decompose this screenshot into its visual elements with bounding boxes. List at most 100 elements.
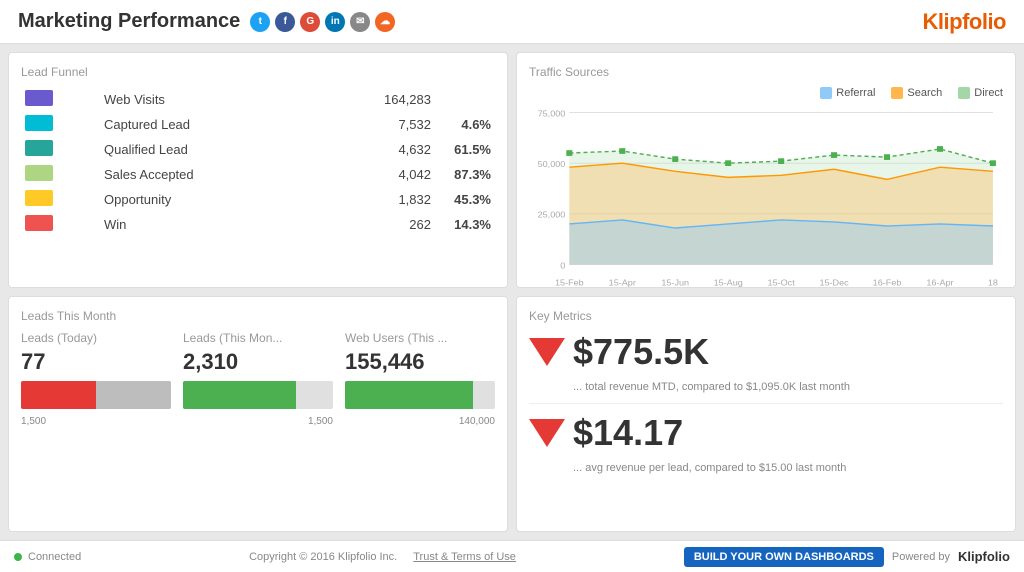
- funnel-row: Win 262 14.3%: [21, 212, 495, 237]
- funnel-item-name: Web Visits: [100, 87, 314, 112]
- svg-text:50,000: 50,000: [538, 159, 566, 169]
- legend-label: Search: [907, 87, 942, 99]
- metric-value-row: $14.17: [529, 412, 1003, 454]
- funnel-item-pct: 45.3%: [435, 187, 495, 212]
- lead-metric-value: 155,446: [345, 349, 495, 375]
- funnel-item-name: Opportunity: [100, 187, 314, 212]
- lead-funnel-card: Lead Funnel Web Visits 164,283 Captured …: [8, 52, 508, 288]
- funnel-item-pct: 61.5%: [435, 137, 495, 162]
- key-metrics-card: Key Metrics $775.5K ... total revenue MT…: [516, 296, 1016, 532]
- logo-text: Klipfolio: [923, 9, 1006, 34]
- funnel-color-swatch: [25, 190, 53, 206]
- funnel-item-name: Captured Lead: [100, 112, 314, 137]
- funnel-item-value: 4,042: [314, 162, 435, 187]
- funnel-item-pct: 4.6%: [435, 112, 495, 137]
- google-icon[interactable]: G: [300, 12, 320, 32]
- svg-text:15-Apr: 15-Apr: [609, 278, 636, 288]
- lead-metric: Leads (This Mon... 2,310 1,500: [183, 331, 333, 519]
- svg-text:75,000: 75,000: [538, 109, 566, 119]
- funnel-item-pct: [435, 87, 495, 112]
- funnel-color-swatch: [25, 165, 53, 181]
- legend-label: Referral: [836, 87, 875, 99]
- legend-dot: [891, 87, 903, 99]
- lead-metric-value: 2,310: [183, 349, 333, 375]
- funnel-item-name: Qualified Lead: [100, 137, 314, 162]
- metric-value-row: $775.5K: [529, 331, 1003, 373]
- email-icon[interactable]: ✉: [350, 12, 370, 32]
- traffic-sources-card: Traffic Sources Referral Search Direct 7…: [516, 52, 1016, 288]
- copyright-text: Copyright © 2016 Klipfolio Inc.: [249, 551, 397, 563]
- lead-metric-value: 77: [21, 349, 171, 375]
- footer-center: Copyright © 2016 Klipfolio Inc. Trust & …: [249, 551, 516, 563]
- page-title: Marketing Performance: [18, 10, 240, 33]
- funnel-item-pct: 14.3%: [435, 212, 495, 237]
- traffic-sources-title: Traffic Sources: [529, 65, 1003, 79]
- funnel-color-swatch: [25, 115, 53, 131]
- lead-metric: Web Users (This ... 155,446 140,000: [345, 331, 495, 519]
- legend-item: Search: [891, 87, 942, 99]
- svg-text:15-Aug: 15-Aug: [714, 278, 743, 288]
- svg-text:16-Apr: 16-Apr: [926, 278, 953, 288]
- key-metric-row: $775.5K ... total revenue MTD, compared …: [529, 331, 1003, 404]
- lead-metric: Leads (Today) 77 1,500: [21, 331, 171, 519]
- svg-text:15-Dec: 15-Dec: [819, 278, 849, 288]
- terms-link[interactable]: Trust & Terms of Use: [413, 551, 516, 563]
- key-metrics-title: Key Metrics: [529, 309, 1003, 323]
- funnel-color-swatch: [25, 90, 53, 106]
- twitter-icon[interactable]: t: [250, 12, 270, 32]
- footer-left: Connected: [14, 551, 81, 563]
- funnel-row: Qualified Lead 4,632 61.5%: [21, 137, 495, 162]
- footer-logo: Klipfolio: [958, 549, 1010, 564]
- key-metric-row: $14.17 ... avg revenue per lead, compare…: [529, 412, 1003, 474]
- funnel-color-swatch: [25, 215, 53, 231]
- footer: Connected Copyright © 2016 Klipfolio Inc…: [0, 540, 1024, 572]
- lead-metric-label: Web Users (This ...: [345, 331, 495, 345]
- svg-text:15-Oct: 15-Oct: [768, 278, 796, 288]
- funnel-item-value: 7,532: [314, 112, 435, 137]
- traffic-chart: 75,00050,00025,000015-Feb15-Apr15-Jun15-…: [529, 103, 1003, 288]
- legend-label: Direct: [974, 87, 1003, 99]
- rss-icon[interactable]: ☁: [375, 12, 395, 32]
- klipfolio-logo: Klipfolio: [923, 9, 1006, 35]
- metric-description: ... avg revenue per lead, compared to $1…: [529, 462, 1003, 474]
- funnel-item-value: 164,283: [314, 87, 435, 112]
- main-content: Lead Funnel Web Visits 164,283 Captured …: [0, 44, 1024, 540]
- footer-right: BUILD YOUR OWN DASHBOARDS Powered by Kli…: [684, 547, 1010, 567]
- funnel-row: Sales Accepted 4,042 87.3%: [21, 162, 495, 187]
- funnel-row: Captured Lead 7,532 4.6%: [21, 112, 495, 137]
- metric-big-value: $14.17: [573, 412, 683, 454]
- funnel-color-swatch: [25, 140, 53, 156]
- powered-by-label: Powered by: [892, 551, 950, 563]
- svg-text:16-Feb: 16-Feb: [873, 278, 902, 288]
- connected-indicator: [14, 553, 22, 561]
- funnel-item-value: 262: [314, 212, 435, 237]
- svg-text:25,000: 25,000: [538, 210, 566, 220]
- funnel-item-value: 1,832: [314, 187, 435, 212]
- leads-title: Leads This Month: [21, 309, 495, 323]
- header: Marketing Performance t f G in ✉ ☁ Klipf…: [0, 0, 1024, 44]
- legend-item: Referral: [820, 87, 875, 99]
- header-left: Marketing Performance t f G in ✉ ☁: [18, 10, 395, 33]
- facebook-icon[interactable]: f: [275, 12, 295, 32]
- lead-funnel-title: Lead Funnel: [21, 65, 495, 79]
- traffic-legend: Referral Search Direct: [529, 87, 1003, 99]
- funnel-row: Web Visits 164,283: [21, 87, 495, 112]
- build-dashboards-button[interactable]: BUILD YOUR OWN DASHBOARDS: [684, 547, 884, 567]
- legend-dot: [820, 87, 832, 99]
- funnel-table: Web Visits 164,283 Captured Lead 7,532 4…: [21, 87, 495, 237]
- metric-description: ... total revenue MTD, compared to $1,09…: [529, 381, 1003, 393]
- svg-text:0: 0: [560, 261, 565, 271]
- funnel-item-pct: 87.3%: [435, 162, 495, 187]
- funnel-item-name: Win: [100, 212, 314, 237]
- funnel-row: Opportunity 1,832 45.3%: [21, 187, 495, 212]
- linkedin-icon[interactable]: in: [325, 12, 345, 32]
- metric-big-value: $775.5K: [573, 331, 709, 373]
- svg-text:18: 18: [988, 278, 998, 288]
- down-arrow-icon: [529, 419, 565, 447]
- connected-label: Connected: [28, 551, 81, 563]
- svg-text:15-Feb: 15-Feb: [555, 278, 584, 288]
- leads-metrics: Leads (Today) 77 1,500 Leads (This Mon..…: [21, 331, 495, 519]
- funnel-item-name: Sales Accepted: [100, 162, 314, 187]
- legend-item: Direct: [958, 87, 1003, 99]
- lead-metric-label: Leads (Today): [21, 331, 171, 345]
